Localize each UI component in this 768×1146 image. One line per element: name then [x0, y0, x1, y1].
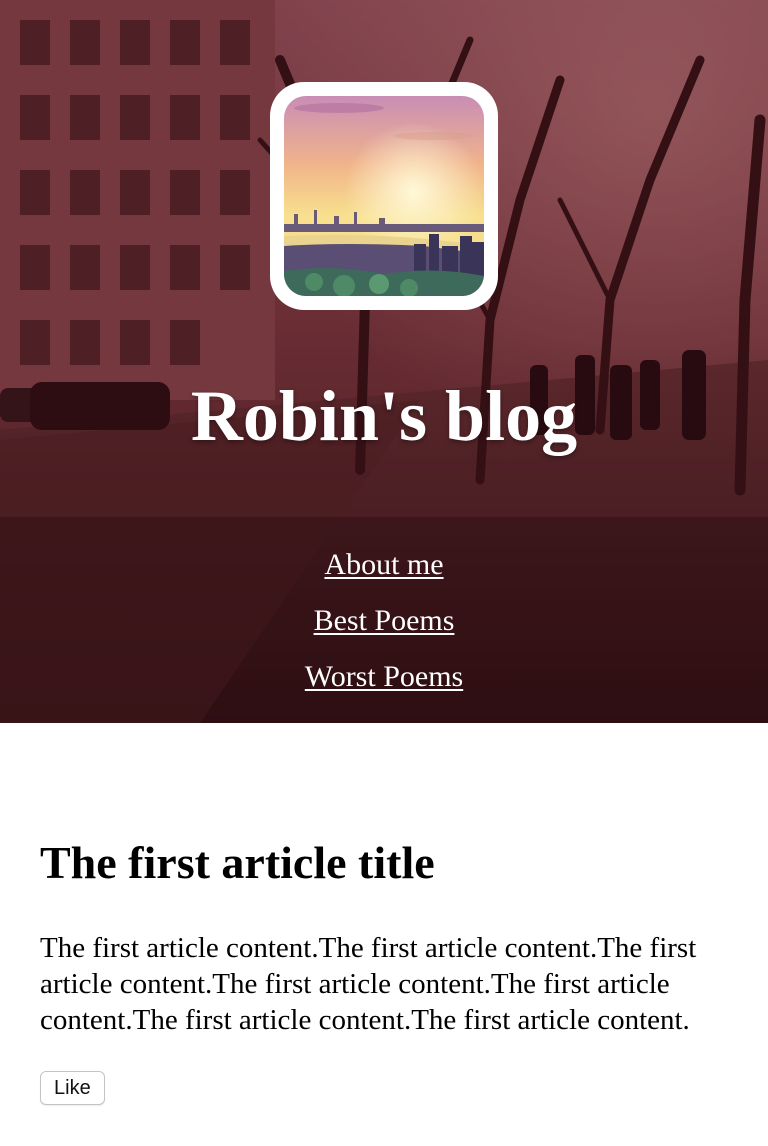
site-header: Robin's blog About me Best Poems Worst P…	[0, 0, 768, 723]
nav-item-best-poems: Best Poems	[0, 601, 768, 657]
article: The first article title The first articl…	[40, 832, 730, 1105]
nav-link-about-me[interactable]: About me	[324, 548, 443, 581]
main-nav: About me Best Poems Worst Poems	[0, 517, 768, 723]
site-title: Robin's blog	[190, 376, 578, 456]
nav-link-best-poems[interactable]: Best Poems	[314, 604, 455, 637]
nav-link-worst-poems[interactable]: Worst Poems	[305, 660, 463, 693]
avatar-image	[284, 96, 484, 296]
nav-list: About me Best Poems Worst Poems	[0, 517, 768, 713]
article-content: The first article content.The first arti…	[40, 932, 697, 1036]
avatar	[270, 82, 498, 310]
like-button[interactable]: Like	[40, 1071, 105, 1105]
nav-item-worst-poems: Worst Poems	[0, 657, 768, 713]
nav-item-about-me: About me	[0, 545, 768, 601]
article-title: The first article title	[40, 837, 435, 888]
